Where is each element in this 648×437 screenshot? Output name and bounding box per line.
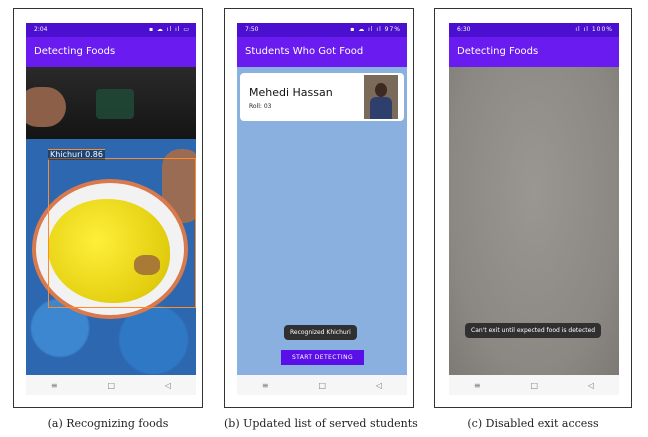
student-card[interactable]: Mehedi Hassan Roll: 03: [240, 73, 404, 121]
navigation-bar: ≡ □ ◁: [237, 375, 407, 395]
app-bar-title: Detecting Foods: [449, 37, 619, 67]
phone-screen: 2:04 ▪ ☁ ıl ıl ▭ Detecting Foods Khichur…: [26, 23, 196, 395]
recents-icon[interactable]: ≡: [474, 381, 481, 390]
left-hand: [26, 87, 66, 127]
panel-served-students: 7:50 ▪ ☁ ıl ıl 97% Students Who Got Food…: [224, 8, 414, 408]
back-icon[interactable]: ◁: [376, 381, 382, 390]
recents-icon[interactable]: ≡: [51, 381, 58, 390]
status-bar: 2:04 ▪ ☁ ıl ıl ▭: [26, 23, 196, 37]
detection-label: Khichuri 0.86: [48, 149, 105, 160]
status-icons: ıl ıl 100%: [575, 26, 613, 33]
back-icon[interactable]: ◁: [588, 381, 594, 390]
student-roll: Roll: 03: [249, 103, 272, 110]
panel-disabled-exit: 6:30 ıl ıl 100% Detecting Foods Can't ex…: [434, 8, 632, 408]
status-bar: 6:30 ıl ıl 100%: [449, 23, 619, 37]
camera-preview: Can't exit until expected food is detect…: [449, 67, 619, 375]
caption-b: (b) Updated list of served students: [224, 417, 418, 430]
start-detecting-button[interactable]: START DETECTING: [281, 350, 364, 365]
navigation-bar: ≡ □ ◁: [26, 375, 196, 395]
camera-preview: Khichuri 0.86: [26, 67, 196, 375]
home-icon[interactable]: □: [318, 381, 326, 390]
caption-c: (c) Disabled exit access: [467, 417, 599, 430]
status-icons: ▪ ☁ ıl ıl ▭: [148, 26, 190, 33]
student-name: Mehedi Hassan: [249, 86, 333, 99]
app-bar-title: Detecting Foods: [26, 37, 196, 67]
home-icon[interactable]: □: [107, 381, 115, 390]
phone-screen: 7:50 ▪ ☁ ıl ıl 97% Students Who Got Food…: [237, 23, 407, 395]
student-photo: [364, 75, 398, 119]
status-icons: ▪ ☁ ıl ıl 97%: [350, 26, 401, 33]
toast-message: Can't exit until expected food is detect…: [465, 323, 602, 338]
toast-message: Recognized Khichuri: [284, 325, 357, 340]
status-time: 2:04: [34, 26, 48, 33]
student-list: Mehedi Hassan Roll: 03 Recognized Khichu…: [237, 67, 407, 375]
recents-icon[interactable]: ≡: [262, 381, 269, 390]
home-icon[interactable]: □: [530, 381, 538, 390]
app-bar-title: Students Who Got Food: [237, 37, 407, 67]
caption-a: (a) Recognizing foods: [47, 417, 169, 430]
detection-bounding-box: [48, 158, 196, 308]
back-icon[interactable]: ◁: [165, 381, 171, 390]
navigation-bar: ≡ □ ◁: [449, 375, 619, 395]
status-time: 7:50: [245, 26, 259, 33]
status-bar: 7:50 ▪ ☁ ıl ıl 97%: [237, 23, 407, 37]
panel-recognizing-foods: 2:04 ▪ ☁ ıl ıl ▭ Detecting Foods Khichur…: [13, 8, 203, 408]
phone-screen: 6:30 ıl ıl 100% Detecting Foods Can't ex…: [449, 23, 619, 395]
status-time: 6:30: [457, 26, 471, 33]
